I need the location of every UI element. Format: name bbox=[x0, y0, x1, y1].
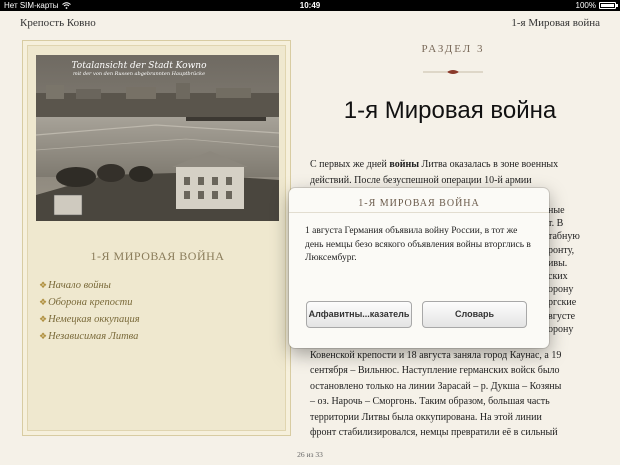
chapter-sidebar: Totalansicht der Stadt Kowno mit der von… bbox=[22, 40, 291, 436]
table-of-contents: ❖Начало войны ❖Оборона крепости ❖Немецка… bbox=[39, 277, 140, 345]
chapter-body-text[interactable]: С первых же дней войны Литва оказалась в… bbox=[310, 157, 600, 188]
sidebar-chapter-title: 1-Я МИРОВАЯ ВОЙНА bbox=[90, 249, 225, 263]
town-panorama-image bbox=[36, 55, 279, 221]
glossary-popover: 1-Я МИРОВАЯ ВОЙНА 1 августа Германия объ… bbox=[289, 188, 549, 348]
toc-item-label: Независимая Литва bbox=[48, 331, 139, 342]
paragraph-intro: С первых же дней войны Литва оказалась в… bbox=[310, 159, 559, 186]
text-line: – оз. Нарочь – Сморгонь. Таким образом, … bbox=[310, 396, 550, 408]
dictionary-button[interactable]: Словарь bbox=[422, 301, 527, 328]
toc-item-start-of-war[interactable]: ❖Начало войны bbox=[39, 277, 140, 294]
photo-caption-line1: Totalansicht der Stadt Kowno bbox=[71, 61, 207, 71]
section-label: РАЗДЕЛ 3 bbox=[421, 43, 485, 55]
obscured-text-fragments: ные т. В табную ронту, ивы. ских орону р… bbox=[548, 205, 580, 335]
divider-ornament-icon bbox=[423, 70, 483, 74]
battery-icon bbox=[599, 2, 618, 9]
index-button[interactable]: Алфавитны...казатель bbox=[306, 301, 412, 328]
text-line: фронт стабилизировался, немцы превратили… bbox=[310, 427, 558, 439]
toc-item-fortress-defense[interactable]: ❖Оборона крепости bbox=[39, 294, 140, 311]
diamond-bullet-icon: ❖ bbox=[39, 314, 48, 324]
toc-item-label: Немецкая оккупация bbox=[48, 314, 140, 325]
text-line: территории Литвы была оккупирована. На э… bbox=[310, 411, 542, 423]
toc-item-label: Оборона крепости bbox=[48, 297, 133, 308]
popover-divider bbox=[289, 212, 549, 213]
clock: 10:49 bbox=[299, 1, 321, 10]
battery-percentage: 100% bbox=[575, 1, 596, 10]
toc-item-label: Начало войны bbox=[48, 280, 111, 291]
toc-item-german-occupation[interactable]: ❖Немецкая оккупация bbox=[39, 311, 140, 328]
diamond-bullet-icon: ❖ bbox=[39, 280, 48, 290]
toc-item-independent-lithuania[interactable]: ❖Независимая Литва bbox=[39, 328, 140, 345]
chapter-title: 1-я Мировая война bbox=[343, 97, 557, 124]
diamond-bullet-icon: ❖ bbox=[39, 297, 48, 307]
historic-photo[interactable]: Totalansicht der Stadt Kowno mit der von… bbox=[36, 55, 279, 221]
popover-definition: 1 августа Германия объявила войну России… bbox=[305, 226, 531, 263]
highlighted-word[interactable]: войны bbox=[389, 159, 419, 170]
text-line: сентября – Вильнюс. Наступление германск… bbox=[310, 365, 560, 377]
popover-title: 1-Я МИРОВАЯ ВОЙНА bbox=[358, 198, 480, 209]
page-indicator: 26 из 33 bbox=[297, 450, 323, 459]
book-title[interactable]: Крепость Ковно bbox=[20, 17, 96, 29]
status-bar: Нет SIM-карты 10:49 100% bbox=[0, 0, 620, 11]
diamond-bullet-icon: ❖ bbox=[39, 331, 48, 341]
text-line: остановлено только на линии Зарасай – р.… bbox=[310, 380, 562, 392]
photo-caption: Totalansicht der Stadt Kowno mit der von… bbox=[64, 62, 214, 77]
chapter-body-continued[interactable]: Ковенской крепости и 18 августа заняла г… bbox=[310, 348, 610, 440]
chapter-title-header[interactable]: 1-я Мировая война bbox=[511, 17, 600, 29]
photo-caption-line2: mit der von den Russen abgebrannten Haup… bbox=[72, 71, 206, 77]
text-line: Ковенской крепости и 18 августа заняла г… bbox=[310, 350, 562, 361]
